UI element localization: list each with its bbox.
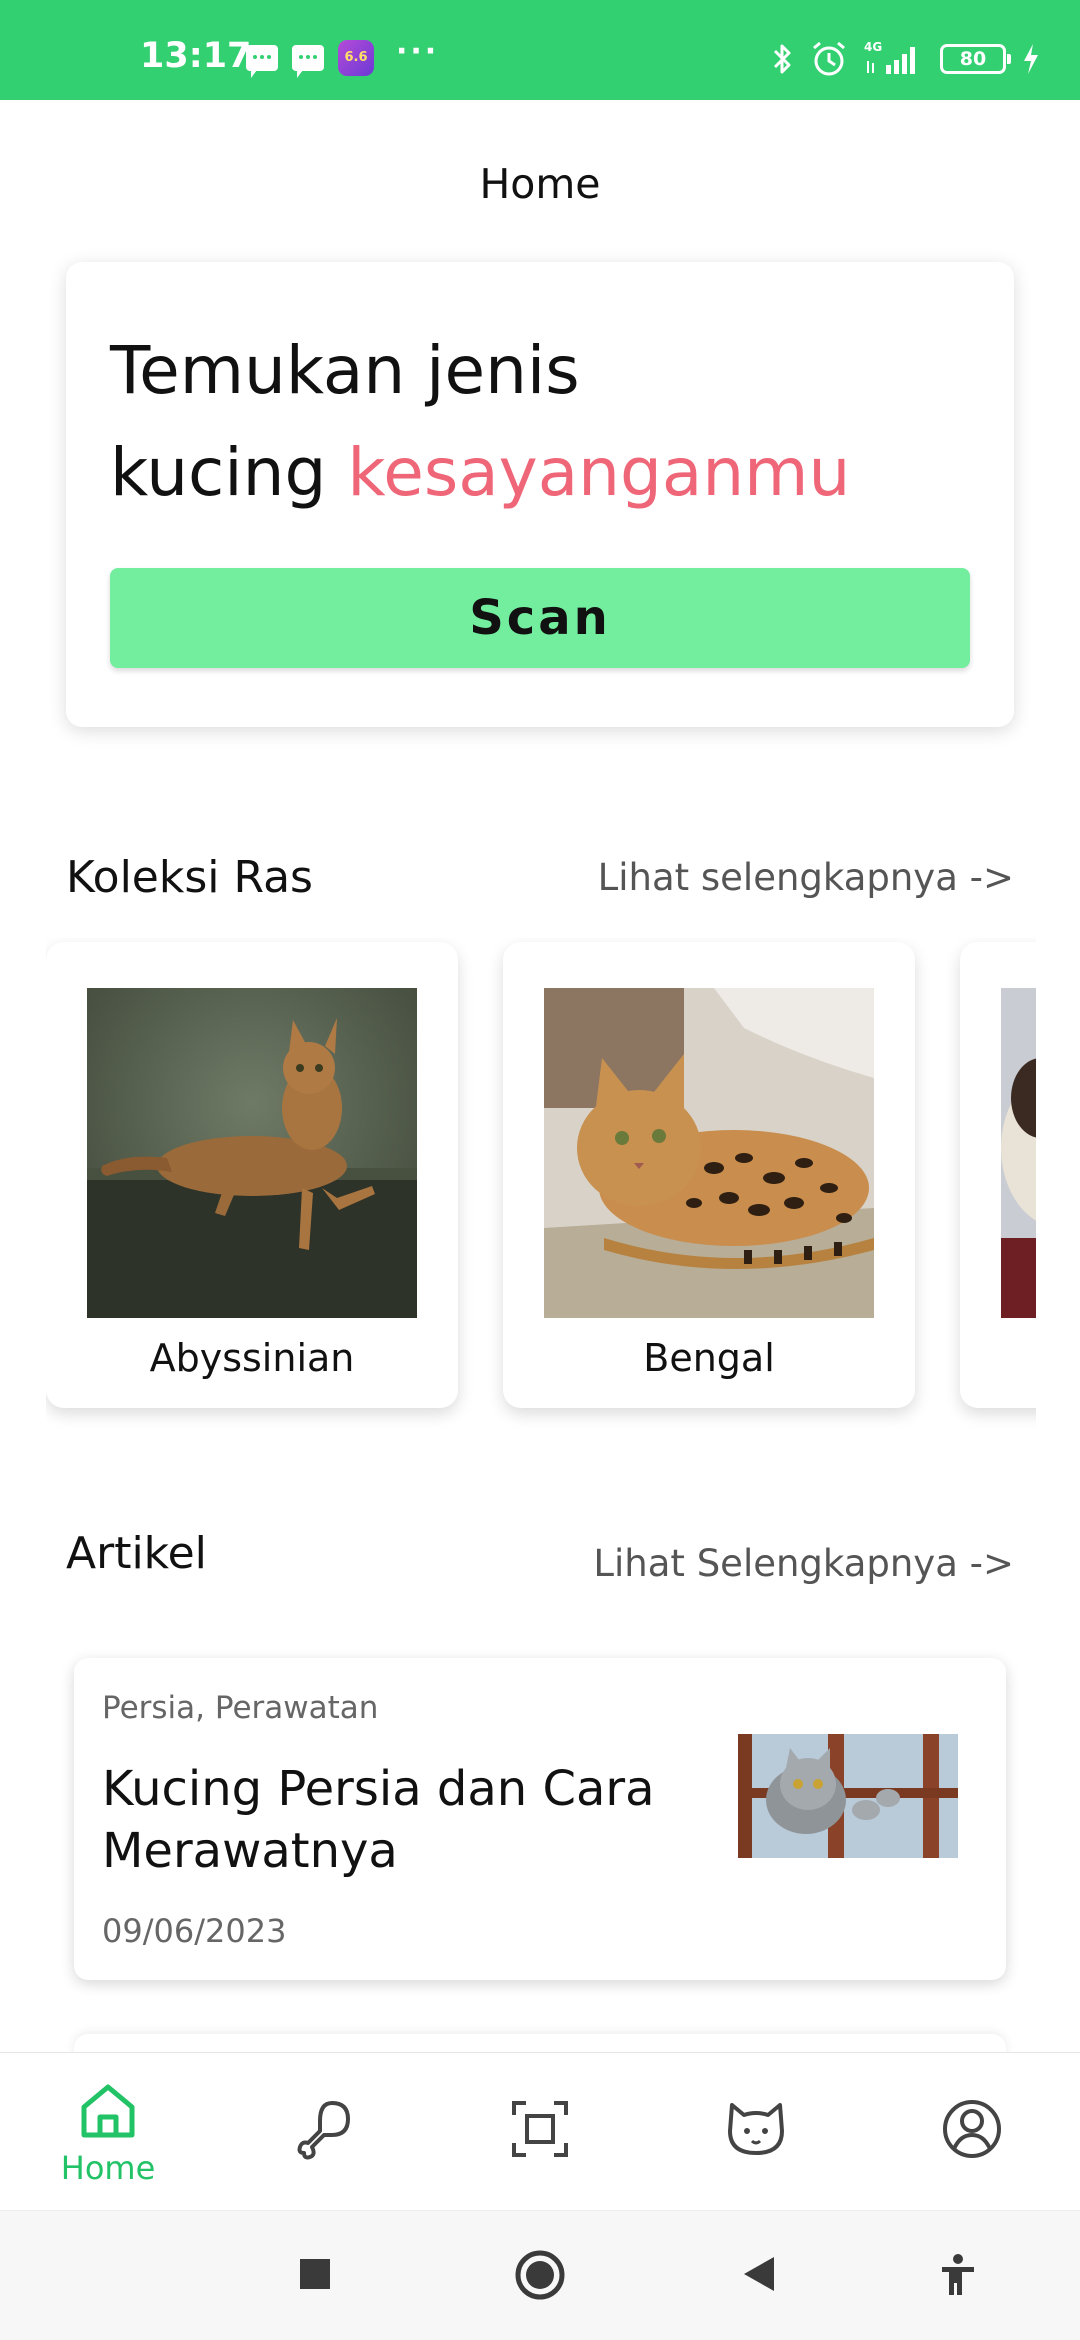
scan-frame-icon bbox=[512, 2101, 568, 2157]
nav-label-home: Home bbox=[60, 2149, 156, 2187]
hero-title-word: kucing bbox=[110, 434, 327, 511]
article-title: Kucing Persia dan Cara Merawatnya bbox=[102, 1761, 655, 1879]
article-tags: Persia, Perawatan bbox=[102, 1690, 379, 1726]
alarm-icon bbox=[813, 41, 845, 76]
battery-indicator: 80 bbox=[940, 44, 1011, 74]
nav-item-scan[interactable] bbox=[432, 2053, 648, 2211]
persian-cat-photo bbox=[738, 1734, 958, 1858]
charging-icon bbox=[1024, 44, 1038, 74]
cat-face-icon bbox=[728, 2103, 784, 2155]
nav-item-home[interactable]: Home bbox=[0, 2053, 216, 2211]
articles-section-title: Artikel bbox=[66, 1528, 207, 1579]
bluetooth-icon bbox=[773, 44, 791, 74]
back-triangle-icon[interactable] bbox=[742, 2255, 776, 2293]
recent-apps-icon[interactable] bbox=[298, 2257, 332, 2291]
nav-item-breeds[interactable] bbox=[648, 2053, 864, 2211]
page-title: Home bbox=[479, 160, 601, 208]
breeds-section-title: Koleksi Ras bbox=[66, 852, 313, 903]
bottom-navigation: Home bbox=[0, 2052, 1080, 2210]
message-icon bbox=[292, 45, 324, 78]
app-notification-icon: 6.6 bbox=[338, 40, 374, 76]
hero-title-line1: Temukan jenis bbox=[110, 332, 580, 409]
nav-item-food[interactable] bbox=[216, 2053, 432, 2211]
nav-item-profile[interactable] bbox=[864, 2053, 1080, 2211]
hero-title-accent: kesayanganmu bbox=[347, 434, 851, 511]
articles-see-more-link[interactable]: Lihat Selengkapnya -> bbox=[593, 1542, 1014, 1585]
signal-group: 4G bbox=[864, 41, 924, 77]
hero-card: Temukan jenis kucing kesayanganmu Scan bbox=[66, 262, 1014, 727]
breed-name: Abyssinian bbox=[149, 1336, 355, 1380]
signal-icon bbox=[867, 47, 915, 74]
system-navigation-bar bbox=[0, 2210, 1080, 2340]
profile-icon bbox=[943, 2100, 1001, 2158]
article-card[interactable]: Persia, Perawatan Kucing Persia dan Cara… bbox=[74, 1658, 1006, 1980]
breed-card-bengal[interactable]: Bengal bbox=[503, 942, 915, 1408]
home-icon bbox=[81, 2084, 135, 2138]
article-date: 09/06/2023 bbox=[102, 1912, 287, 1950]
breed-card-partial[interactable] bbox=[960, 942, 1036, 1408]
status-notifications: 6.6 ··· bbox=[246, 34, 439, 78]
siamese-cat-photo bbox=[1001, 988, 1036, 1318]
status-time: 13:17 bbox=[140, 36, 252, 76]
status-indicators: 4G 80 bbox=[772, 40, 1040, 78]
breeds-section-header: Koleksi Ras Lihat selengkapnya -> bbox=[66, 852, 1014, 912]
message-icon bbox=[246, 45, 278, 78]
drumstick-icon bbox=[297, 2101, 350, 2160]
bengal-cat-photo bbox=[544, 988, 874, 1318]
scan-button[interactable]: Scan bbox=[110, 568, 970, 668]
abyssinian-cat-photo bbox=[87, 988, 417, 1318]
breed-carousel[interactable]: Abyssinian Bengal bbox=[46, 938, 1036, 1458]
breeds-see-more-link[interactable]: Lihat selengkapnya -> bbox=[598, 856, 1014, 899]
articles-section-header: Artikel Lihat Selengkapnya -> bbox=[66, 1528, 1014, 1588]
accessibility-icon[interactable] bbox=[940, 2253, 976, 2297]
breed-name: Bengal bbox=[643, 1336, 775, 1380]
status-bar: 13:17 6.6 ··· 4G 80 bbox=[0, 0, 1080, 100]
home-circle-icon[interactable] bbox=[514, 2249, 566, 2301]
breed-card-abyssinian[interactable]: Abyssinian bbox=[46, 942, 458, 1408]
more-notifications-icon: ··· bbox=[396, 33, 440, 69]
hero-title: Temukan jenis kucing kesayanganmu bbox=[110, 320, 970, 524]
